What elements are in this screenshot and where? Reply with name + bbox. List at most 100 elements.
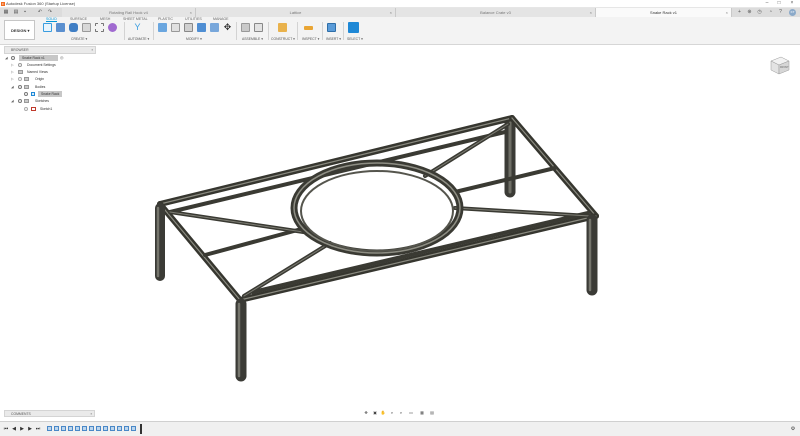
close-tab-icon[interactable]: × — [190, 10, 192, 15]
zoom-icon[interactable]: ⌕ — [389, 410, 395, 416]
new-component-assemble-icon[interactable] — [241, 23, 250, 32]
pan-icon[interactable]: ✋ — [380, 410, 386, 416]
look-at-icon[interactable]: ▣ — [372, 410, 378, 416]
maximize-icon[interactable]: □ — [774, 0, 784, 7]
comments-panel[interactable]: COMMENTS ▪ — [4, 410, 95, 417]
shell-icon[interactable] — [184, 23, 193, 32]
create-group-label[interactable]: CREATE ▾ — [71, 37, 87, 41]
divider — [236, 22, 237, 40]
snake-rack-model — [155, 115, 599, 382]
job-status-icon[interactable]: ◷ — [756, 9, 763, 16]
go-to-end-icon[interactable]: ⏭ — [35, 426, 41, 432]
sweep-icon[interactable] — [95, 23, 104, 32]
tab-balance-crate[interactable]: Balance Crate v3 × — [396, 8, 596, 17]
move-icon[interactable]: ✥ — [223, 23, 232, 32]
add-comment-icon[interactable]: ▪ — [91, 411, 92, 416]
fit-icon[interactable]: ⌕ — [398, 410, 404, 416]
construct-group-label[interactable]: CONSTRUCT ▾ — [271, 37, 295, 41]
modify-group-label[interactable]: MODIFY ▾ — [186, 37, 202, 41]
new-component-icon[interactable] — [43, 23, 52, 32]
timeline-feature[interactable] — [110, 426, 115, 431]
timeline-feature[interactable] — [61, 426, 66, 431]
tab-sheet-metal[interactable]: SHEET METAL — [123, 17, 148, 21]
tab-label: Balance Crate v3 — [480, 10, 511, 15]
tab-manage[interactable]: MANAGE — [213, 17, 229, 21]
timeline-feature[interactable] — [47, 426, 52, 431]
step-forward-icon[interactable]: ▶ — [27, 426, 33, 432]
tab-surface[interactable]: SURFACE — [70, 17, 87, 21]
revolve-icon[interactable] — [82, 23, 91, 32]
close-tab-icon[interactable]: × — [590, 10, 592, 15]
close-tab-icon[interactable]: × — [726, 10, 728, 15]
extrude-icon[interactable] — [69, 23, 78, 32]
timeline-feature[interactable] — [103, 426, 108, 431]
timeline-feature[interactable] — [96, 426, 101, 431]
divider — [153, 22, 154, 40]
viewports-icon[interactable]: ▤ — [429, 410, 435, 416]
play-icon[interactable]: ▶ — [19, 426, 25, 432]
tab-mesh[interactable]: MESH — [100, 17, 110, 21]
help-icon[interactable]: ? — [777, 9, 784, 16]
offset-face-icon[interactable] — [210, 23, 219, 32]
create-sketch-icon[interactable] — [56, 23, 65, 32]
grid-menu-icon[interactable]: ▦ — [3, 9, 9, 15]
tab-label: Snake Rack v1 — [650, 10, 677, 15]
grid-settings-icon[interactable]: ▦ — [419, 410, 425, 416]
select-group-label[interactable]: SELECT ▾ — [347, 37, 363, 41]
automate-icon[interactable]: Y — [133, 23, 142, 32]
inspect-group-label[interactable]: INSPECT ▾ — [302, 37, 319, 41]
timeline: ⏮ ◀ ▶ ▶ ⏭ ⚙ — [0, 421, 800, 436]
timeline-feature[interactable] — [75, 426, 80, 431]
close-icon[interactable]: × — [787, 0, 797, 7]
tab-snake-rack[interactable]: Snake Rack v1 × — [596, 8, 732, 17]
display-settings-icon[interactable]: ▭ — [408, 410, 414, 416]
timeline-feature[interactable] — [124, 426, 129, 431]
timeline-feature[interactable] — [89, 426, 94, 431]
notifications-icon[interactable]: ◔ — [767, 9, 774, 16]
3d-viewport[interactable] — [0, 44, 800, 410]
save-icon[interactable]: ▪ — [22, 9, 28, 15]
tab-solid[interactable]: SOLID — [46, 17, 57, 22]
new-tab-icon[interactable]: + — [736, 9, 743, 16]
insert-image-icon[interactable] — [327, 23, 336, 32]
timeline-feature[interactable] — [117, 426, 122, 431]
timeline-marker[interactable] — [140, 424, 142, 434]
form-icon[interactable] — [108, 23, 117, 32]
press-pull-icon[interactable] — [158, 23, 167, 32]
timeline-feature[interactable] — [131, 426, 136, 431]
go-to-start-icon[interactable]: ⏮ — [3, 426, 9, 432]
tab-label: Rotating Rail Hook v4 — [109, 10, 148, 15]
assemble-group-label[interactable]: ASSEMBLE ▾ — [242, 37, 263, 41]
timeline-feature[interactable] — [82, 426, 87, 431]
step-back-icon[interactable]: ◀ — [11, 426, 17, 432]
avatar[interactable]: KT — [789, 9, 796, 16]
select-icon[interactable] — [348, 22, 359, 33]
close-tab-icon[interactable]: × — [390, 10, 392, 15]
divider — [124, 22, 125, 40]
insert-group-label[interactable]: INSERT ▾ — [326, 37, 341, 41]
title-bar: F Autodesk Fusion 360 (Startup License) … — [0, 0, 800, 8]
tab-rotating-rail-hook[interactable]: Rotating Rail Hook v4 × — [62, 8, 196, 17]
offset-plane-icon[interactable] — [278, 23, 287, 32]
minimize-icon[interactable]: – — [762, 0, 772, 7]
timeline-feature[interactable] — [68, 426, 73, 431]
undo-icon[interactable]: ↶ — [37, 9, 43, 15]
file-menu-icon[interactable]: ▤ — [13, 9, 19, 15]
app-title: Autodesk Fusion 360 (Startup License) — [6, 1, 76, 6]
timeline-feature[interactable] — [54, 426, 59, 431]
orbit-icon[interactable]: ✥ — [363, 410, 369, 416]
workspace-switcher[interactable]: DESIGN ▾ — [4, 20, 35, 40]
workspace-label: DESIGN ▾ — [11, 28, 30, 33]
tab-lattice[interactable]: Lattice × — [196, 8, 396, 17]
divider — [343, 22, 344, 40]
redo-icon[interactable]: ↷ — [47, 9, 53, 15]
measure-icon[interactable] — [304, 26, 313, 30]
fillet-icon[interactable] — [171, 23, 180, 32]
extensions-icon[interactable]: ⊕ — [746, 9, 753, 16]
combine-icon[interactable] — [197, 23, 206, 32]
tab-plastic[interactable]: PLASTIC — [158, 17, 173, 21]
joint-icon[interactable] — [254, 23, 263, 32]
automate-group-label[interactable]: AUTOMATE ▾ — [128, 37, 149, 41]
timeline-settings-icon[interactable]: ⚙ — [790, 426, 796, 432]
tab-utilities[interactable]: UTILITIES — [185, 17, 202, 21]
